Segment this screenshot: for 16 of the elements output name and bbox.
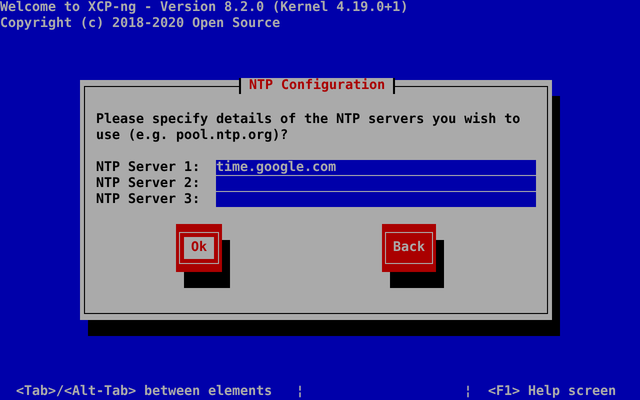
header-text: Welcome to XCP-ng - Version 8.2.0 (Kernel 4.19.0+1) [0,0,410,16]
input-field[interactable]: time.google.com [216,160,536,176]
status-hint: <F1> Help screen [488,384,616,400]
field-label: NTP Server 3: [96,192,202,208]
field-label: NTP Server 1: [96,160,202,176]
dialog-message: Please specify details of the NTP servers you wish to use (e.g. pool.ntp.org)? [96,112,522,144]
field-label: NTP Server 2: [96,176,202,192]
input-field[interactable] [216,176,536,192]
status-separator: ¦ [464,384,472,400]
dialog-button[interactable]: Ok [176,224,222,272]
header-text: Copyright (c) 2018-2020 Open Source [0,16,282,32]
status-hint: <Tab>/<Alt-Tab> between elements [16,384,272,400]
dialog-title: NTP Configuration [239,78,396,94]
dialog-button[interactable]: Back [382,224,436,272]
status-separator: ¦ [296,384,304,400]
input-field[interactable] [216,192,536,208]
